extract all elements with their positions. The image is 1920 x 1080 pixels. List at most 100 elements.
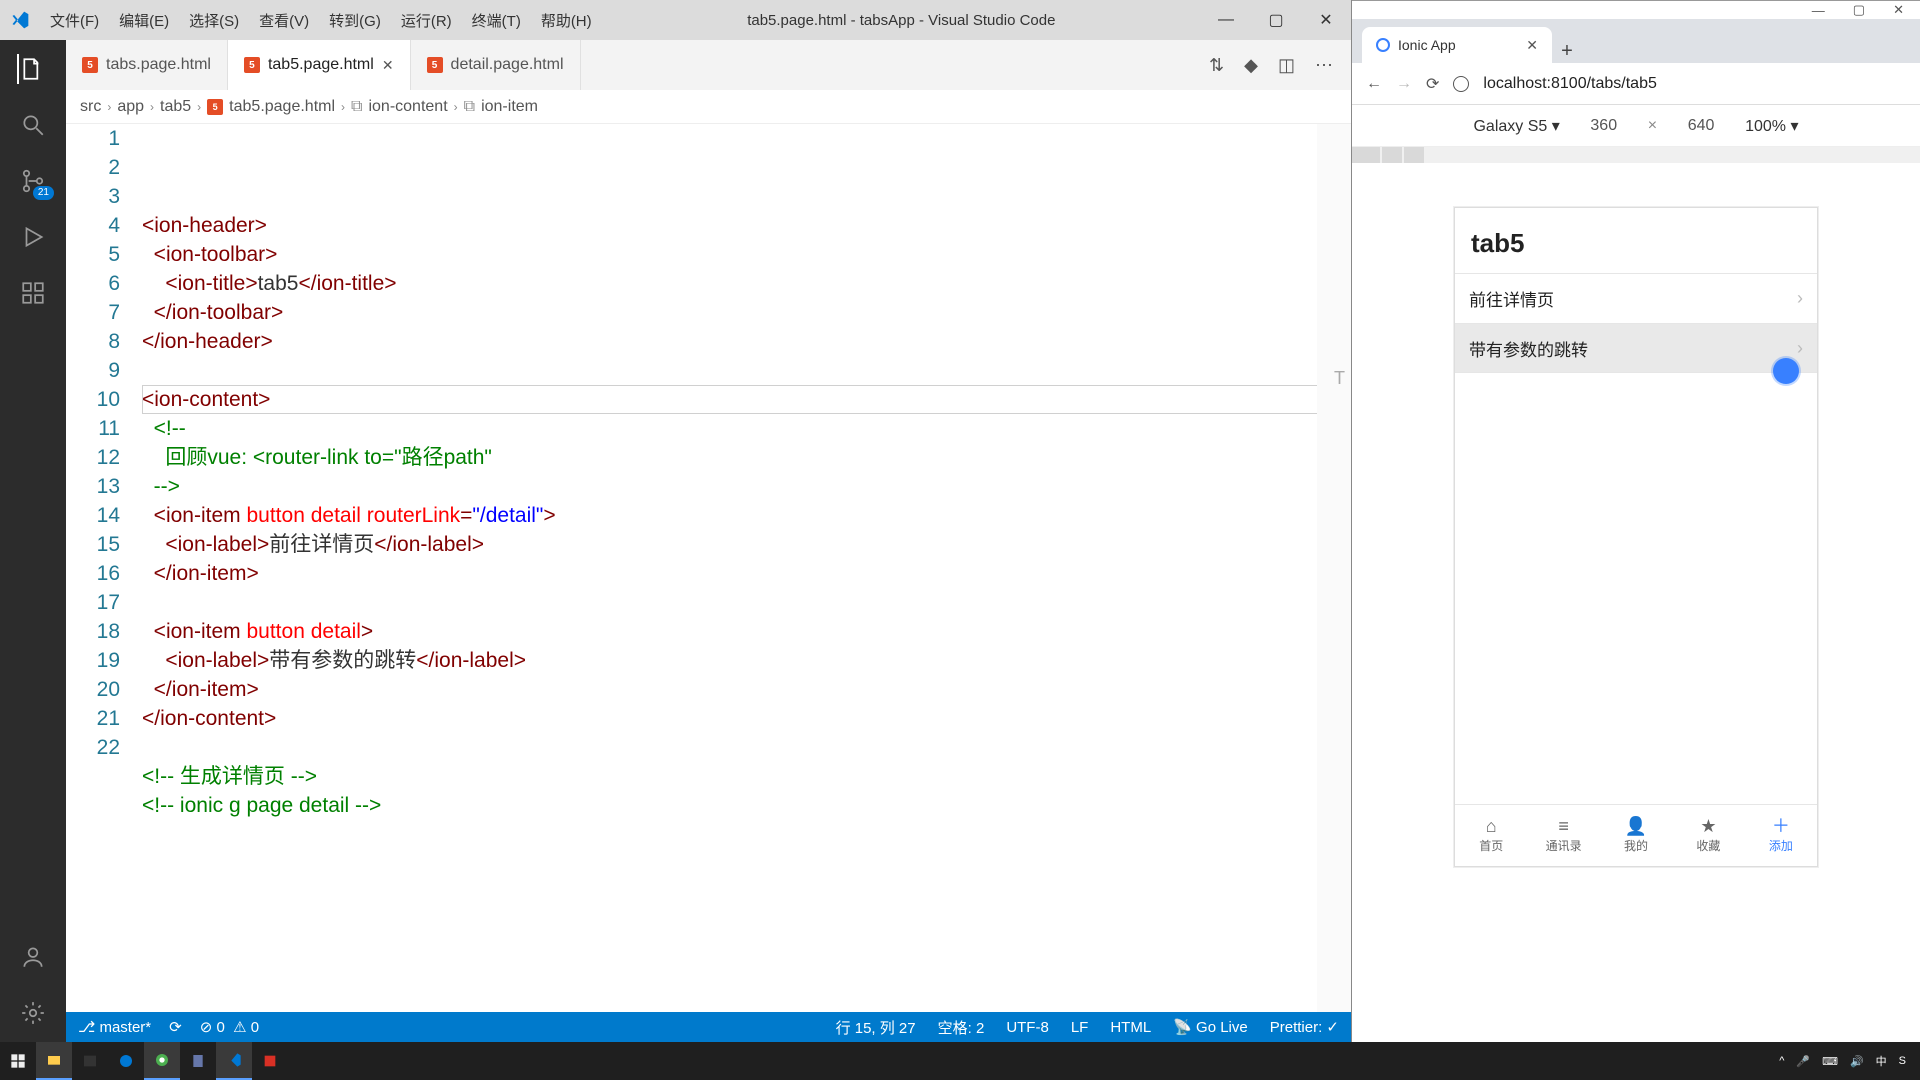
editor-tab[interactable]: 5tab5.page.html✕ — [228, 40, 411, 90]
maximize-button[interactable]: ▢ — [1251, 0, 1301, 40]
breadcrumb-segment[interactable]: ion-item — [481, 98, 538, 116]
tray-icon[interactable]: ^ — [1779, 1055, 1784, 1067]
taskbar-app-explorer[interactable] — [36, 1042, 72, 1080]
new-tab-button[interactable]: + — [1552, 40, 1582, 63]
menu-item[interactable]: 查看(V) — [249, 6, 319, 35]
system-tray[interactable]: ^ 🎤 ⌨ 🔊 中S — [1765, 1053, 1920, 1069]
encoding[interactable]: UTF-8 — [1006, 1019, 1049, 1036]
taskbar-app-edge[interactable] — [108, 1042, 144, 1080]
tab-label: detail.page.html — [451, 56, 564, 74]
device-selector[interactable]: Galaxy S5 ▾ — [1473, 116, 1559, 136]
minimize-button[interactable]: ― — [1812, 3, 1825, 18]
editor-tab[interactable]: 5tabs.page.html — [66, 40, 228, 90]
html-file-icon: 5 — [244, 57, 260, 73]
tray-icon[interactable]: S — [1899, 1055, 1906, 1067]
tray-icon[interactable]: 中 — [1876, 1053, 1887, 1069]
close-button[interactable]: ✕ — [1301, 0, 1351, 40]
code-content[interactable]: <ion-header> <ion-toolbar> <ion-title>ta… — [142, 124, 1351, 1012]
taskbar-app-chrome[interactable] — [144, 1042, 180, 1080]
menu-item[interactable]: 编辑(E) — [109, 6, 179, 35]
settings-gear-icon[interactable] — [18, 998, 48, 1028]
touch-indicator — [1773, 358, 1799, 384]
minimize-button[interactable]: ― — [1201, 0, 1251, 40]
breadcrumb-segment[interactable]: src — [80, 98, 101, 116]
zoom-selector[interactable]: 100% ▾ — [1745, 116, 1798, 136]
ion-tab-button[interactable]: ★收藏 — [1672, 805, 1744, 866]
browser-tabs: Ionic App ✕ + — [1352, 19, 1920, 63]
compare-icon[interactable]: ⇅ — [1209, 55, 1224, 76]
menu-item[interactable]: 帮助(H) — [531, 6, 602, 35]
breadcrumb[interactable]: src›app›tab5›5tab5.page.html›⧉ion-conten… — [66, 90, 1351, 124]
viewport-height[interactable]: 640 — [1673, 115, 1729, 137]
ion-item[interactable]: 带有参数的跳转› — [1455, 323, 1817, 373]
devtools-device-toolbar: Galaxy S5 ▾ 360 × 640 100% ▾ — [1352, 105, 1920, 147]
git-branch[interactable]: ⎇ master* — [78, 1018, 151, 1036]
taskbar-app-vscode[interactable] — [216, 1042, 252, 1080]
ion-item[interactable]: 前往详情页› — [1455, 273, 1817, 323]
viewport-width[interactable]: 360 — [1576, 115, 1632, 137]
accounts-icon[interactable] — [18, 942, 48, 972]
problems[interactable]: ⊘ 0 ⚠ 0 — [200, 1018, 259, 1036]
breadcrumb-segment[interactable]: tab5 — [160, 98, 191, 116]
more-icon[interactable]: ⋯ — [1315, 55, 1333, 76]
reload-button[interactable]: ⟳ — [1426, 74, 1439, 94]
run-debug-icon[interactable] — [18, 222, 48, 252]
favicon-icon — [1376, 38, 1390, 52]
vscode-window-title: tab5.page.html - tabsApp - Visual Studio… — [602, 12, 1201, 29]
address-bar[interactable]: localhost:8100/tabs/tab5 — [1483, 75, 1656, 93]
close-tab-icon[interactable]: ✕ — [1526, 37, 1538, 54]
go-live[interactable]: 📡 Go Live — [1173, 1018, 1248, 1036]
menu-item[interactable]: 文件(F) — [40, 6, 109, 35]
browser-window-controls: ― ▢ ✕ — [1352, 1, 1920, 19]
split-editor-icon[interactable]: ◫ — [1278, 55, 1295, 76]
browser-toolbar: ← → ⟳ localhost:8100/tabs/tab5 — [1352, 63, 1920, 105]
taskbar-app-terminal[interactable] — [72, 1042, 108, 1080]
devtools-ruler — [1352, 147, 1920, 163]
site-info-icon[interactable] — [1453, 76, 1469, 92]
tab-label: 收藏 — [1696, 837, 1720, 854]
search-icon[interactable] — [18, 110, 48, 140]
windows-taskbar: ^ 🎤 ⌨ 🔊 中S — [0, 1042, 1920, 1080]
breadcrumb-segment[interactable]: ion-content — [368, 98, 447, 116]
vscode-titlebar: 文件(F)编辑(E)选择(S)查看(V)转到(G)运行(R)终端(T)帮助(H)… — [0, 0, 1351, 40]
ion-tab-button[interactable]: 👤我的 — [1600, 805, 1672, 866]
extensions-icon[interactable] — [18, 278, 48, 308]
minimap[interactable]: T — [1317, 124, 1351, 1012]
code-editor[interactable]: 12345678910111213141516171819202122 <ion… — [66, 124, 1351, 1012]
taskbar-app-wps[interactable] — [252, 1042, 288, 1080]
explorer-icon[interactable] — [17, 54, 47, 84]
sync-icon[interactable]: ⟳ — [169, 1018, 182, 1036]
menu-item[interactable]: 终端(T) — [462, 6, 531, 35]
menu-item[interactable]: 选择(S) — [179, 6, 249, 35]
ion-tab-button[interactable]: ≡通讯录 — [1527, 805, 1599, 866]
tray-icon[interactable]: 🎤 — [1796, 1055, 1810, 1068]
prettier-status[interactable]: Prettier: ✓ — [1270, 1018, 1339, 1036]
tray-icon[interactable]: ⌨ — [1822, 1055, 1838, 1068]
run-icon[interactable]: ◆ — [1244, 55, 1258, 76]
indentation[interactable]: 空格: 2 — [938, 1017, 985, 1038]
back-button[interactable]: ← — [1366, 75, 1382, 93]
breadcrumb-segment[interactable]: app — [117, 98, 144, 116]
start-button[interactable] — [0, 1042, 36, 1080]
cursor-position[interactable]: 行 15, 列 27 — [836, 1017, 916, 1038]
breadcrumb-segment[interactable]: tab5.page.html — [229, 98, 335, 116]
tray-icon[interactable]: 🔊 — [1850, 1055, 1864, 1068]
menu-item[interactable]: 运行(R) — [391, 6, 462, 35]
taskbar-app-notepad[interactable] — [180, 1042, 216, 1080]
forward-button[interactable]: → — [1396, 75, 1412, 93]
eol[interactable]: LF — [1071, 1019, 1089, 1036]
ion-tab-button[interactable]: ⌂首页 — [1455, 805, 1527, 866]
close-tab-icon[interactable]: ✕ — [382, 57, 394, 74]
menu-item[interactable]: 转到(G) — [319, 6, 391, 35]
chevron-right-icon: › — [1797, 338, 1803, 359]
close-button[interactable]: ✕ — [1893, 2, 1904, 18]
editor-area: 5tabs.page.html5tab5.page.html✕5detail.p… — [66, 40, 1351, 1042]
language-mode[interactable]: HTML — [1110, 1019, 1151, 1036]
browser-tab[interactable]: Ionic App ✕ — [1362, 27, 1552, 63]
editor-tab[interactable]: 5detail.page.html — [411, 40, 581, 90]
browser-window: ― ▢ ✕ Ionic App ✕ + ← → ⟳ localhost:8100… — [1352, 0, 1920, 1042]
ion-tab-button[interactable]: ＋添加 — [1745, 805, 1817, 866]
vscode-menu-bar: 文件(F)编辑(E)选择(S)查看(V)转到(G)运行(R)终端(T)帮助(H) — [40, 6, 602, 35]
source-control-icon[interactable]: 21 — [18, 166, 48, 196]
maximize-button[interactable]: ▢ — [1853, 2, 1865, 18]
